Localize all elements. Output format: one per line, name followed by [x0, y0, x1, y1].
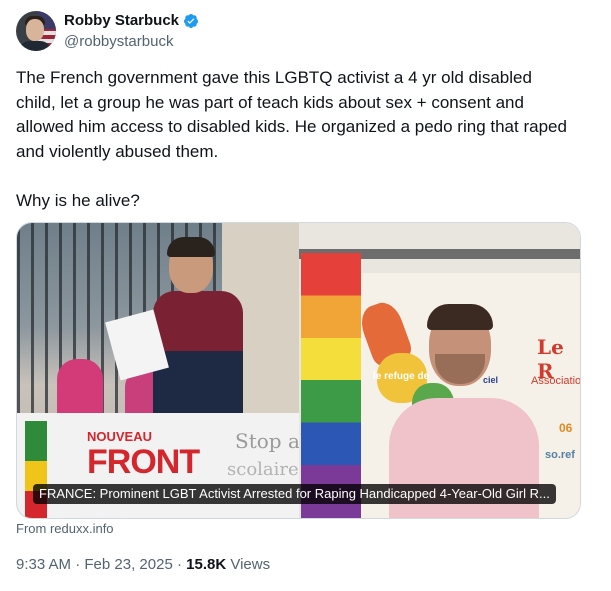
- views-label: Views: [230, 556, 271, 573]
- banner-nouveau-text: NOUVEAU: [87, 429, 153, 444]
- man-hair: [427, 304, 493, 330]
- rainbow-flag: [301, 253, 361, 518]
- banner-green-bar: [25, 421, 47, 461]
- tweet-meta: 9:33 AM · Feb 23, 2025 · 15.8K Views: [16, 556, 270, 573]
- author-name-row[interactable]: Robby Starbuck: [64, 12, 199, 29]
- meta-separator: ·: [75, 556, 81, 573]
- meta-separator: ·: [176, 556, 182, 573]
- link-card-image: NOUVEAU FRONT Stop au scolaire a Le R As…: [17, 223, 580, 518]
- link-card-title[interactable]: FRANCE: Prominent LGBT Activist Arrested…: [33, 484, 556, 504]
- avatar-face: [26, 19, 44, 41]
- tweet-time[interactable]: 9:33 AM: [16, 556, 71, 573]
- link-source[interactable]: From reduxx.info: [16, 521, 114, 536]
- avatar-suit: [18, 41, 52, 51]
- banner-front-text: FRONT: [87, 443, 200, 481]
- author-handle[interactable]: @robbystarbuck: [64, 33, 173, 50]
- link-card[interactable]: NOUVEAU FRONT Stop au scolaire a Le R As…: [16, 222, 581, 519]
- crowd-person: [57, 359, 103, 419]
- tweet-text: The French government gave this LGBTQ ac…: [16, 68, 567, 210]
- author-display-name[interactable]: Robby Starbuck: [64, 12, 179, 29]
- tweet-date[interactable]: Feb 23, 2025: [84, 556, 172, 573]
- author-avatar[interactable]: [16, 11, 56, 51]
- verified-badge-icon: [184, 13, 199, 28]
- speaker-hair: [167, 237, 215, 257]
- views-count: 15.8K: [186, 556, 227, 573]
- sign-number-text: 06: [559, 421, 573, 435]
- sign-url-text: so.ref: [545, 449, 575, 461]
